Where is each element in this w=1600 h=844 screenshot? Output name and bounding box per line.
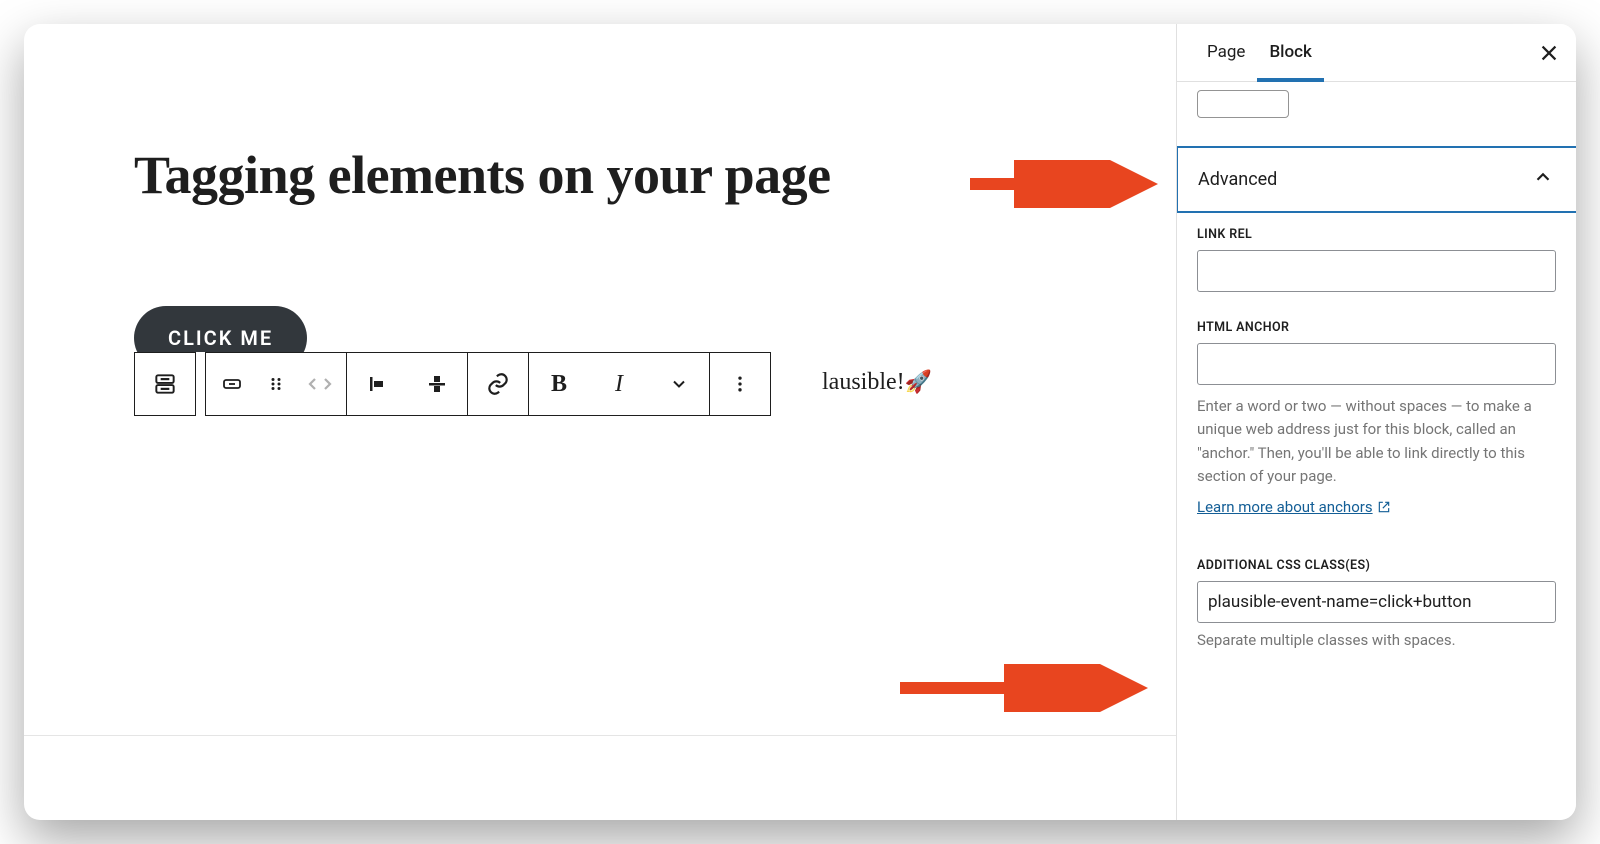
more-rich-text-button[interactable] xyxy=(649,353,709,415)
sidebar-tabs: Page Block xyxy=(1177,24,1576,82)
css-classes-input[interactable] xyxy=(1197,581,1556,623)
link-rel-input[interactable] xyxy=(1197,250,1556,292)
align-button[interactable] xyxy=(347,353,407,415)
tab-page[interactable]: Page xyxy=(1195,24,1257,82)
page-title[interactable]: Tagging elements on your page xyxy=(134,144,1176,206)
learn-more-anchors-link[interactable]: Learn more about anchors xyxy=(1197,498,1391,516)
options-button[interactable] xyxy=(710,353,770,415)
tab-block[interactable]: Block xyxy=(1257,24,1323,82)
vertical-align-button[interactable] xyxy=(407,353,467,415)
css-classes-label: ADDITIONAL CSS CLASS(ES) xyxy=(1197,558,1556,573)
rocket-icon: 🚀 xyxy=(905,369,932,394)
html-anchor-input[interactable] xyxy=(1197,343,1556,385)
editor-canvas: Tagging elements on your page lausible!🚀 xyxy=(24,24,1176,820)
drag-handle-icon[interactable] xyxy=(254,353,298,415)
link-button[interactable] xyxy=(468,353,528,415)
external-link-icon xyxy=(1377,500,1391,514)
italic-button[interactable]: I xyxy=(589,353,649,415)
annotation-arrow-bottom xyxy=(894,664,1154,712)
divider xyxy=(24,735,1176,736)
block-style-button[interactable] xyxy=(210,353,254,415)
link-rel-label: LINK REL xyxy=(1197,227,1556,242)
block-toolbar: B I xyxy=(134,352,771,416)
partial-control-fragment xyxy=(1197,90,1289,118)
html-anchor-label: HTML ANCHOR xyxy=(1197,320,1556,335)
move-buttons[interactable] xyxy=(298,353,342,415)
html-anchor-help: Enter a word or two — without spaces — t… xyxy=(1197,395,1556,488)
close-sidebar-button[interactable] xyxy=(1532,36,1566,70)
chevron-up-icon xyxy=(1532,166,1554,193)
advanced-panel-toggle[interactable]: Advanced xyxy=(1177,146,1576,213)
block-type-button[interactable] xyxy=(135,353,195,415)
settings-sidebar: Page Block Advanced LINK REL HTML ANCHOR xyxy=(1176,24,1576,820)
css-classes-help: Separate multiple classes with spaces. xyxy=(1197,631,1556,649)
bold-button[interactable]: B xyxy=(529,353,589,415)
